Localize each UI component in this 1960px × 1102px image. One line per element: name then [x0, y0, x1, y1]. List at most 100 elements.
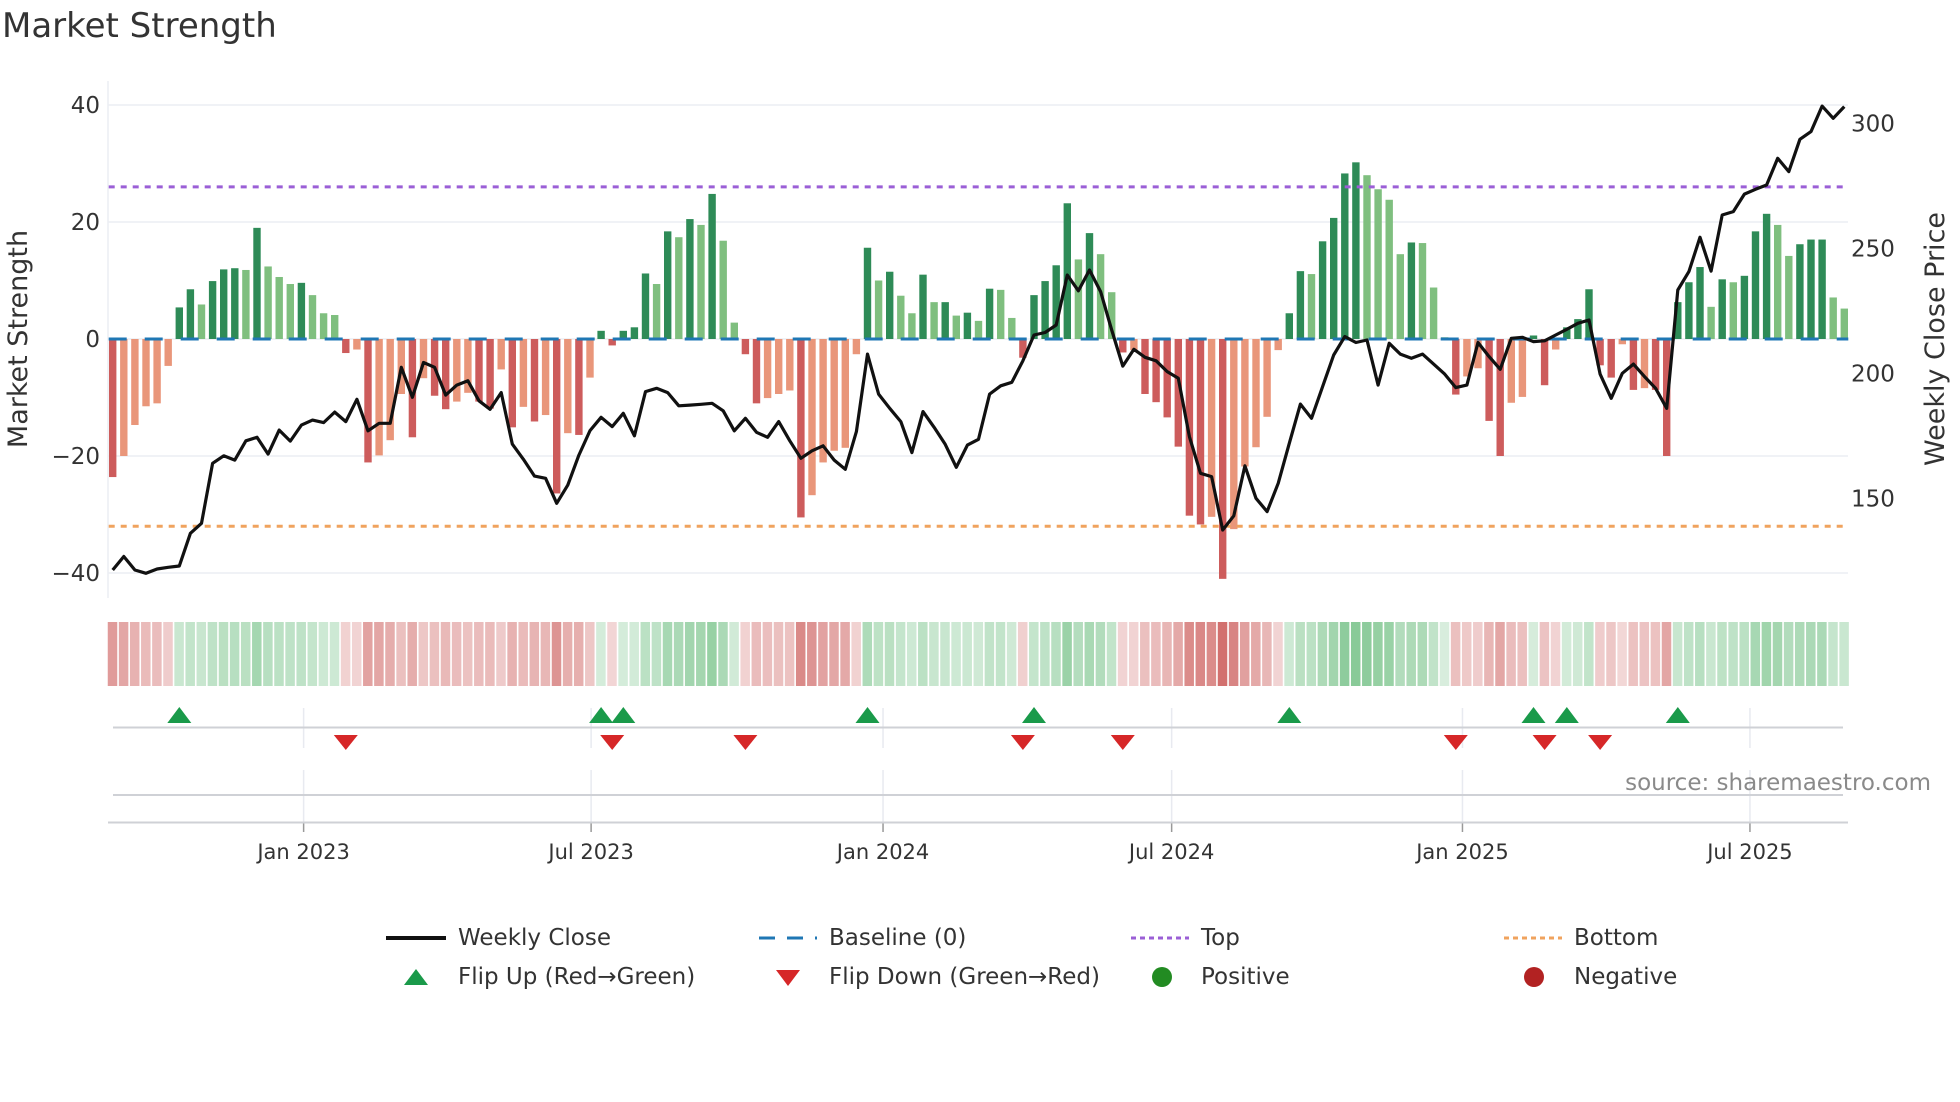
heat-strip-cell	[1373, 622, 1383, 686]
heat-strip-cell	[529, 622, 540, 686]
strength-bar	[264, 266, 272, 339]
heat-strip-cell	[1439, 622, 1450, 686]
heat-strip-cell	[618, 622, 628, 686]
strength-bar	[1141, 339, 1149, 394]
strength-bar	[985, 288, 994, 339]
heat-strip-cell	[906, 622, 917, 686]
heat-strip-cell	[1106, 622, 1117, 686]
strength-bar	[1840, 308, 1848, 339]
heat-strip-cell	[596, 622, 606, 686]
strength-bar	[1807, 239, 1815, 339]
heat-strip-cell	[229, 622, 240, 686]
heat-strip-cell	[1806, 622, 1816, 686]
heat-strip-cell	[1817, 622, 1827, 686]
strength-bar	[575, 339, 583, 435]
strength-bar	[1396, 254, 1404, 339]
legend-label: Negative	[1574, 964, 1678, 990]
heat-strip-cell	[129, 622, 140, 686]
legend-flip-up: Flip Up (Red→Green)	[386, 964, 695, 990]
strength-bar	[564, 339, 572, 434]
flip-up-marker	[589, 707, 614, 723]
y-tick-label: −20	[51, 444, 100, 470]
x-tick-label: Jan 2024	[835, 840, 930, 864]
heat-strip-cell	[485, 622, 495, 686]
strength-bar	[120, 339, 128, 456]
heat-strip-cell	[374, 622, 384, 686]
strength-bar	[974, 320, 983, 339]
heat-strip-cell	[507, 622, 517, 686]
heat-strip-cell	[1739, 622, 1749, 686]
heat-strip-cell	[818, 622, 828, 686]
strength-bar	[1318, 241, 1327, 339]
heat-strip-cell	[851, 622, 861, 686]
heat-strip-cell	[1639, 622, 1650, 686]
heat-strip-cell	[1661, 622, 1672, 686]
heat-strip-cell	[1473, 622, 1483, 686]
heat-strip-cell	[263, 622, 273, 686]
dotted-line-swatch-icon	[1504, 936, 1562, 940]
strength-bar	[1718, 279, 1726, 339]
strength-bar	[1518, 339, 1527, 397]
strength-bar	[1762, 213, 1771, 339]
strength-bar	[708, 193, 716, 339]
heat-strip-cell	[1506, 622, 1516, 686]
strength-bar	[1407, 242, 1416, 339]
strength-bar	[1796, 244, 1804, 339]
strength-bar	[775, 339, 783, 394]
heat-strip-cell	[740, 622, 750, 686]
heat-strip-cell	[274, 622, 284, 686]
strength-bar	[1696, 267, 1704, 339]
strength-bar	[1252, 339, 1260, 448]
heat-strip-cell	[1162, 622, 1172, 686]
heat-strip-cell	[807, 622, 817, 686]
heat-strip-cell	[518, 622, 528, 686]
strength-bar	[1774, 224, 1782, 339]
y-tick-label: 0	[85, 327, 100, 353]
heat-strip-cell	[1084, 622, 1095, 686]
strength-bar	[841, 339, 849, 448]
strength-bar	[1429, 287, 1438, 339]
heat-strip-cell	[607, 622, 617, 686]
heat-strip-cell	[1517, 622, 1527, 686]
y2-tick-label: 200	[1851, 361, 1895, 387]
strength-bar	[342, 339, 350, 354]
strength-bar	[1529, 335, 1538, 339]
y2-tick-label: 250	[1851, 236, 1895, 262]
heat-strip-cell	[451, 622, 462, 686]
heat-strip-cell	[773, 622, 784, 686]
strength-bar	[1285, 313, 1293, 339]
flip-down-marker	[333, 735, 358, 750]
strength-bar	[375, 339, 383, 456]
strength-bar	[519, 339, 528, 407]
heat-strip-cell	[296, 622, 306, 686]
heat-strip-cell	[673, 622, 684, 686]
heat-strip-cell	[1017, 622, 1028, 686]
strength-bar	[497, 339, 505, 370]
heat-strip-cell	[1228, 622, 1239, 686]
strength-bar	[664, 231, 672, 339]
y-tick-label: −40	[51, 561, 100, 587]
heat-strip-cell	[962, 622, 972, 686]
strength-bar	[1363, 175, 1371, 339]
strength-bar	[453, 339, 461, 402]
strength-bar	[308, 295, 317, 339]
strength-bar	[1219, 339, 1227, 579]
line-swatch-icon	[386, 936, 446, 940]
strength-bar	[1818, 239, 1826, 339]
heat-strip-cell	[1173, 622, 1183, 686]
strength-bar	[1552, 339, 1560, 350]
strength-bar	[553, 339, 561, 494]
heat-strip-cell	[929, 622, 939, 686]
x-tick-label: Jul 2025	[1705, 840, 1792, 864]
flip-down-marker	[1010, 735, 1035, 750]
heat-strip-cell	[474, 622, 484, 686]
strength-bar	[1729, 282, 1737, 339]
heat-strip-cell	[1550, 622, 1561, 686]
heat-strip-cell	[240, 622, 251, 686]
strength-bar	[164, 339, 172, 366]
x-tick-label: Jul 2024	[1127, 840, 1214, 864]
strength-bar	[1152, 339, 1160, 403]
legend-negative: Negative	[1504, 964, 1677, 990]
heat-strip-cell	[1828, 622, 1838, 686]
strength-bar	[597, 330, 605, 339]
